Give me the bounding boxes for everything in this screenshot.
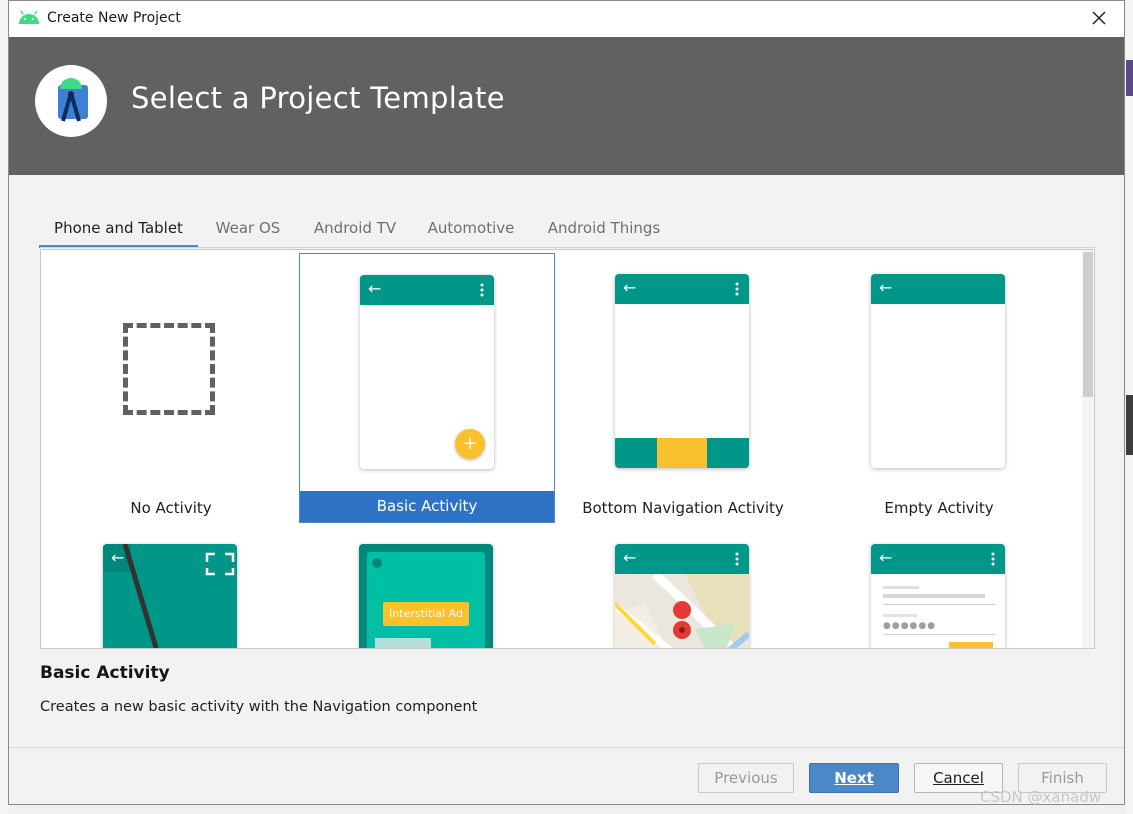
app-bar: ← <box>615 274 749 304</box>
tab-android-things[interactable]: Android Things <box>539 211 669 245</box>
footer-divider <box>9 747 1124 748</box>
background-app-mark <box>1126 60 1133 96</box>
template-scrollbar[interactable] <box>1082 250 1094 648</box>
tab-android-tv[interactable]: Android TV <box>305 211 405 245</box>
template-label: No Activity <box>130 499 212 517</box>
tabs-divider <box>40 247 1095 248</box>
ad-line <box>375 638 431 648</box>
tab-automotive[interactable]: Automotive <box>421 211 521 245</box>
app-bar: ← <box>871 544 1005 574</box>
title-bar: Create New Project <box>9 1 1124 37</box>
phone-preview: ← + <box>360 275 494 469</box>
template-grid: No Activity ← + Basic Activity ← Bottom … <box>40 249 1095 649</box>
login-field-hint <box>883 614 917 617</box>
scrollbar-thumb[interactable] <box>1083 252 1093 397</box>
close-icon[interactable] <box>1088 7 1110 29</box>
ad-panel: Interstitial Ad <box>367 552 485 648</box>
android-studio-icon <box>58 78 88 122</box>
template-label: Bottom Navigation Activity <box>582 499 784 517</box>
back-arrow-icon: ← <box>623 278 637 297</box>
interstitial-ad-badge: Interstitial Ad <box>383 602 469 626</box>
back-arrow-icon: ← <box>879 278 893 297</box>
overflow-menu-icon <box>480 283 484 297</box>
wizard-header: Select a Project Template <box>9 37 1124 175</box>
back-arrow-icon: ← <box>368 279 382 298</box>
back-arrow-icon: ← <box>879 548 893 567</box>
next-button-label: Next <box>834 769 874 787</box>
create-project-dialog: Create New Project Select a Project Temp… <box>8 0 1125 805</box>
template-google-maps-activity[interactable]: ← <box>555 523 811 648</box>
template-login-activity[interactable]: ← ●●●●●● <box>811 523 1067 648</box>
template-no-activity[interactable]: No Activity <box>43 253 299 523</box>
overflow-menu-icon <box>991 552 995 566</box>
app-bar: ← <box>615 544 749 574</box>
template-bottom-navigation-activity[interactable]: ← Bottom Navigation Activity <box>555 253 811 523</box>
template-label: Empty Activity <box>884 499 994 517</box>
tab-wear-os[interactable]: Wear OS <box>209 211 287 245</box>
login-button-preview <box>949 642 993 648</box>
background-app-left <box>0 0 8 814</box>
app-bar: ← <box>871 274 1005 304</box>
bottom-nav-item-selected <box>657 438 707 468</box>
login-password-dots: ●●●●●● <box>883 621 937 631</box>
phone-preview: ← <box>615 274 749 468</box>
phone-preview: ← <box>615 544 749 648</box>
phone-preview: Interstitial Ad <box>359 544 493 648</box>
template-admob-activity[interactable]: Interstitial Ad <box>299 523 555 648</box>
login-divider <box>883 634 995 635</box>
app-bar: ← <box>360 275 494 305</box>
back-arrow-icon: ← <box>111 548 125 567</box>
ad-dot-icon <box>372 558 382 568</box>
bottom-nav-item <box>707 438 749 468</box>
tab-phone-and-tablet[interactable]: Phone and Tablet <box>39 211 198 248</box>
background-app-right <box>1126 0 1133 814</box>
empty-placeholder-icon <box>123 323 215 415</box>
template-label: Basic Activity <box>300 491 554 522</box>
template-empty-activity[interactable]: ← Empty Activity <box>811 253 1067 523</box>
template-description-title: Basic Activity <box>40 663 170 683</box>
phone-preview: ← <box>871 274 1005 468</box>
page-title: Select a Project Template <box>131 81 505 115</box>
background-app-mark <box>1126 395 1133 455</box>
previous-button[interactable]: Previous <box>698 763 794 793</box>
android-icon <box>19 11 39 24</box>
android-studio-logo <box>35 65 107 137</box>
template-fullscreen-activity[interactable]: ← <box>43 523 299 648</box>
overflow-menu-icon <box>735 552 739 566</box>
login-divider <box>883 604 995 605</box>
login-field-hint <box>883 586 919 589</box>
phone-preview: ← ●●●●●● <box>871 544 1005 648</box>
back-arrow-icon: ← <box>623 548 637 567</box>
cancel-button-label: Cancel <box>933 769 984 787</box>
login-email-line <box>883 594 985 598</box>
watermark: CSDN @xanadw <box>980 788 1102 806</box>
template-description-text: Creates a new basic activity with the Na… <box>40 699 478 715</box>
next-button[interactable]: Next <box>809 763 899 793</box>
window-title: Create New Project <box>47 10 181 26</box>
bottom-nav-item <box>615 438 657 468</box>
overflow-menu-icon <box>735 282 739 296</box>
map-preview <box>615 574 749 648</box>
phone-preview: ← <box>103 544 237 648</box>
template-basic-activity[interactable]: ← + Basic Activity <box>299 253 555 523</box>
fab-plus-icon: + <box>455 429 485 459</box>
